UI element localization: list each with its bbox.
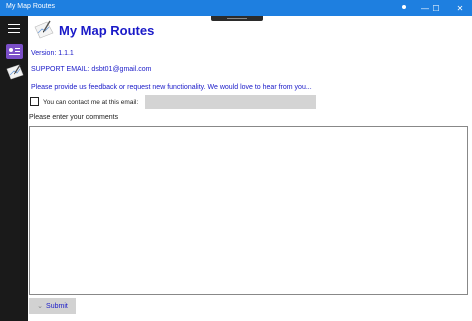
map-icon[interactable]: [5, 64, 25, 80]
sidebar: [0, 16, 28, 321]
contact-checkbox[interactable]: [30, 97, 39, 106]
submit-label: Submit: [46, 302, 68, 310]
comments-label: Please enter your comments: [29, 114, 119, 121]
window-title: My Map Routes: [6, 3, 56, 10]
submit-button[interactable]: ⌄ Submit: [29, 298, 76, 314]
support-email-text: SUPPORT EMAIL: dsbt01@gmail.com: [31, 66, 152, 73]
map-logo-icon: [34, 20, 54, 40]
contact-label: You can contact me at this email:: [43, 99, 139, 106]
chevron-down-icon: ⌄: [37, 303, 44, 310]
comments-textarea[interactable]: [29, 126, 468, 295]
close-button[interactable]: ✕: [449, 0, 471, 16]
version-text: Version: 1.1.1: [31, 50, 74, 57]
app-title: My Map Routes: [59, 23, 155, 38]
drag-handle[interactable]: [211, 16, 263, 21]
email-field[interactable]: [145, 95, 316, 109]
hamburger-icon[interactable]: [8, 24, 20, 34]
feedback-prompt: Please provide us feedback or request ne…: [31, 84, 312, 91]
status-dot-icon: [402, 5, 406, 9]
maximize-button[interactable]: ☐: [425, 0, 447, 16]
contact-card-icon[interactable]: [6, 44, 23, 59]
title-bar: My Map Routes — ☐ ✕: [0, 0, 472, 16]
